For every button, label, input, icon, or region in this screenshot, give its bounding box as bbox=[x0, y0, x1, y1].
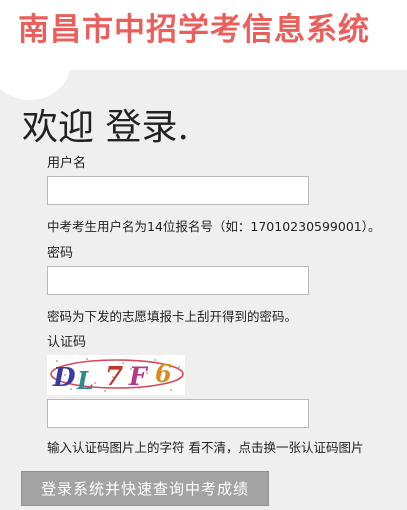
captcha-image[interactable]: D L 7 F 6 bbox=[47, 355, 185, 395]
svg-text:L: L bbox=[76, 366, 94, 395]
welcome-heading: 欢迎 登录. bbox=[22, 107, 189, 148]
login-submit-button[interactable]: 登录系统并快速查询中考成绩 bbox=[21, 471, 269, 506]
password-input[interactable] bbox=[47, 266, 309, 295]
username-hint: 中考考生用户名为14位报名号（如：17010230599001）。 bbox=[47, 219, 381, 234]
corner-decoration bbox=[0, 70, 72, 100]
svg-text:F: F bbox=[128, 362, 149, 391]
header: 南昌市中招学考信息系统 bbox=[0, 0, 407, 70]
username-label: 用户名 bbox=[47, 156, 87, 171]
captcha-hint: 输入认证码图片上的字符 看不清，点击换一张认证码图片 bbox=[47, 440, 364, 455]
captcha-label: 认证码 bbox=[47, 335, 87, 350]
svg-text:7: 7 bbox=[105, 362, 123, 392]
captcha-input[interactable] bbox=[47, 399, 309, 428]
username-input[interactable] bbox=[47, 176, 309, 205]
svg-text:6: 6 bbox=[155, 359, 172, 388]
svg-text:D: D bbox=[52, 363, 76, 393]
password-label: 密码 bbox=[47, 246, 74, 261]
site-title: 南昌市中招学考信息系统 bbox=[18, 12, 370, 48]
password-hint: 密码为下发的志愿填报卡上刮开得到的密码。 bbox=[47, 309, 298, 324]
